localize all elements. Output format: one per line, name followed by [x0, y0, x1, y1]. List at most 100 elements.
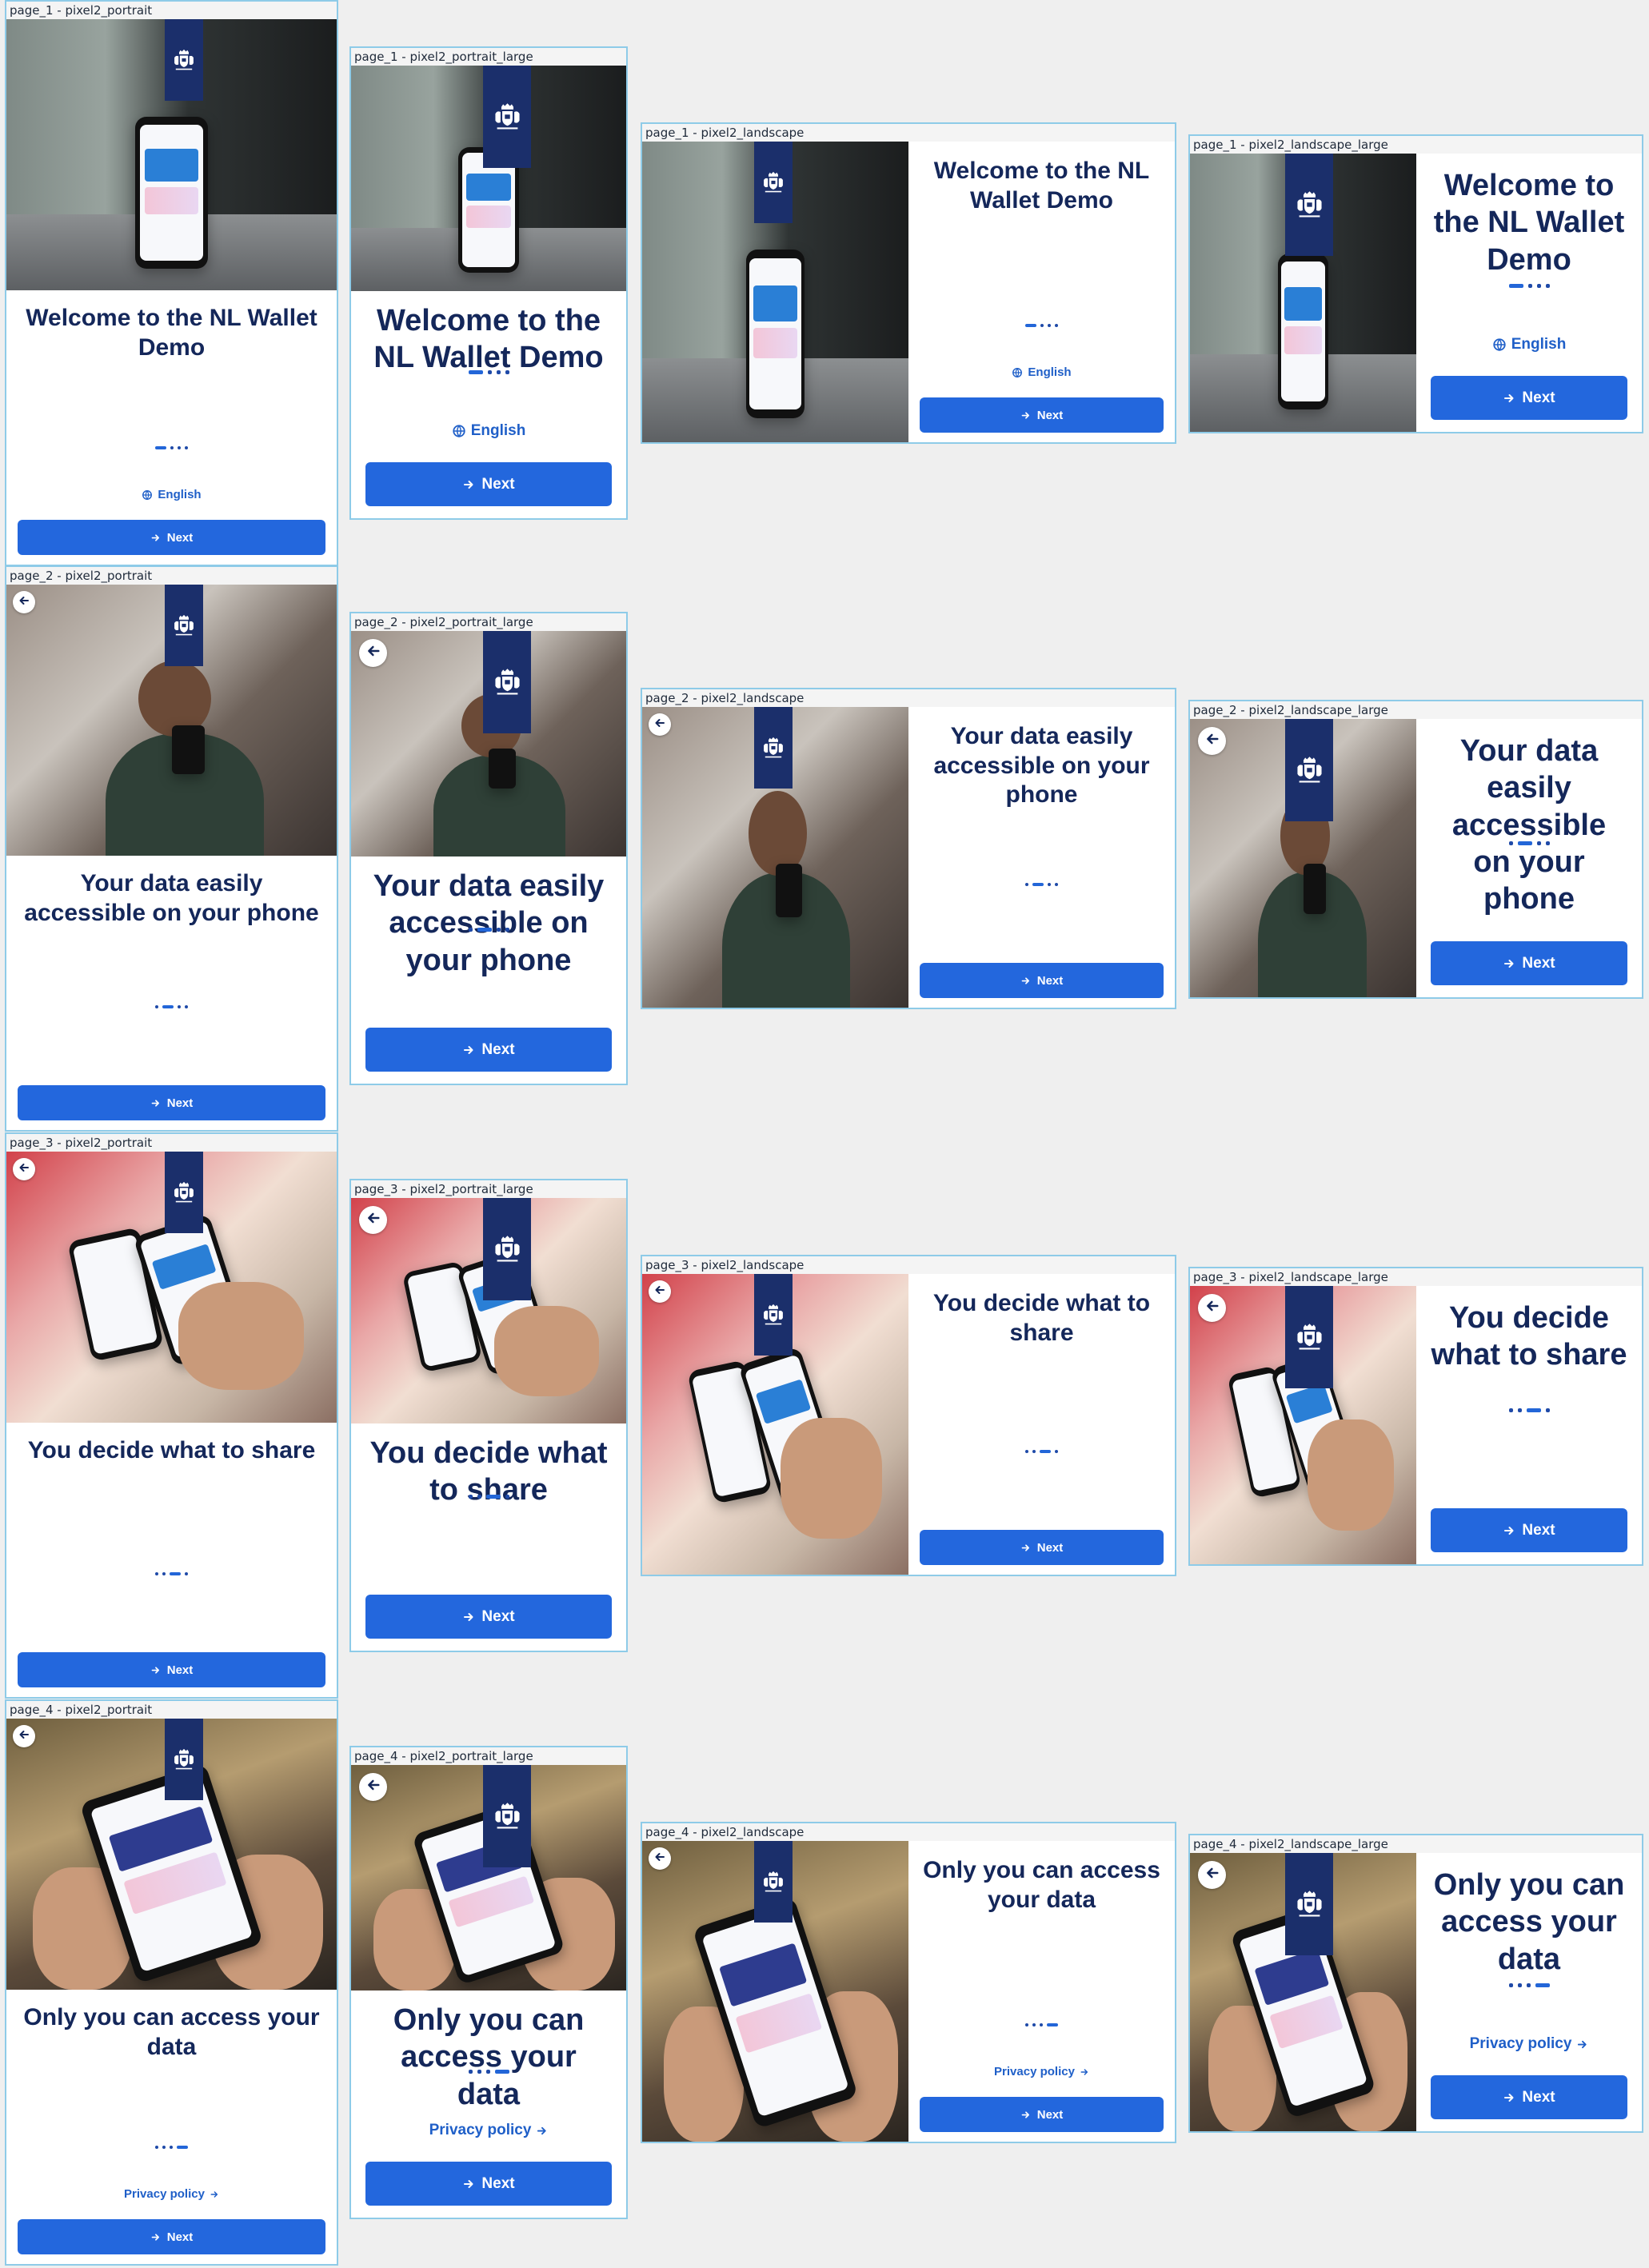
arrow-right-icon	[1576, 2038, 1588, 2050]
hand	[178, 1281, 304, 1391]
privacy-policy-link[interactable]: Privacy policy	[351, 2122, 626, 2139]
globe-icon	[452, 424, 466, 438]
next-button[interactable]: Next	[920, 963, 1164, 998]
hero-image	[642, 142, 908, 442]
next-button-label: Next	[1522, 1521, 1555, 1539]
government-logo-banner	[1285, 719, 1333, 821]
next-button[interactable]: Next	[365, 462, 612, 506]
hand	[781, 1418, 882, 1539]
page-indicator	[351, 2070, 626, 2074]
government-logo-banner	[483, 66, 531, 168]
next-button[interactable]: Next	[920, 397, 1164, 433]
content-panel: Welcome to the NL Wallet Demo Next English	[908, 142, 1175, 442]
page-indicator-dot	[1025, 2023, 1028, 2026]
device-frame-portrait-large: page_4 - pixel2_portrait_large Only you …	[349, 1746, 628, 2219]
phone-mockup	[745, 250, 805, 418]
next-button[interactable]: Next	[1431, 1508, 1627, 1552]
next-button[interactable]: Next	[365, 1028, 612, 1072]
back-button[interactable]	[649, 713, 671, 736]
page-indicator-dot	[185, 446, 188, 449]
privacy-policy-link[interactable]: Privacy policy	[908, 2065, 1175, 2078]
page-indicator-dot	[1545, 1408, 1550, 1412]
back-button[interactable]	[649, 1280, 671, 1303]
frame-label: page_1 - pixel2_landscape	[642, 124, 1175, 142]
back-button[interactable]	[1198, 1294, 1226, 1322]
next-button[interactable]: Next	[1431, 2075, 1627, 2119]
arrow-right-icon	[1020, 2110, 1031, 2120]
back-button[interactable]	[13, 1158, 35, 1180]
language-selector[interactable]: English	[908, 365, 1175, 379]
arrow-right-icon	[150, 1665, 161, 1675]
crest-icon	[760, 1303, 787, 1328]
hero-image	[6, 1152, 337, 1423]
arrow-right-icon	[1020, 976, 1031, 986]
back-button[interactable]	[359, 1206, 387, 1234]
back-button[interactable]	[649, 1847, 671, 1870]
device-frame-landscape-large: page_4 - pixel2_landscape_large Only you…	[1188, 1834, 1643, 2133]
next-button[interactable]: Next	[18, 520, 325, 555]
page-indicator-dot	[468, 2070, 473, 2074]
language-selector[interactable]: English	[351, 422, 626, 440]
arrow-right-icon	[1503, 1524, 1515, 1537]
privacy-policy-label: Privacy policy	[1469, 2035, 1572, 2052]
hand	[493, 1306, 599, 1397]
government-logo-banner	[165, 1719, 203, 1800]
content-panel: Welcome to the NL Wallet Demo Next English	[351, 291, 626, 518]
government-logo-banner	[1285, 154, 1333, 256]
hero-image	[1190, 154, 1416, 432]
page-indicator-dot	[1055, 883, 1058, 886]
privacy-policy-link[interactable]: Privacy policy	[1416, 2035, 1642, 2053]
page-indicator-dot	[155, 2146, 158, 2149]
page-indicator-dot	[162, 1572, 166, 1575]
back-button[interactable]	[359, 1773, 387, 1801]
onboarding-screen: Welcome to the NL Wallet Demo Next English	[351, 66, 626, 518]
content-panel: You decide what to share Next	[1416, 1286, 1642, 1564]
page-indicator-dot	[496, 370, 501, 374]
back-button[interactable]	[1198, 1861, 1226, 1889]
back-button[interactable]	[1198, 727, 1226, 755]
back-button[interactable]	[13, 1725, 35, 1747]
language-selector[interactable]: English	[6, 488, 337, 501]
page-indicator-dot	[178, 446, 181, 449]
device-frame-portrait-large: page_3 - pixel2_portrait_large You decid…	[349, 1179, 628, 1652]
hero-image	[642, 1274, 908, 1575]
next-button[interactable]: Next	[18, 1652, 325, 1687]
next-button[interactable]: Next	[365, 2162, 612, 2206]
content-panel: You decide what to share Next	[908, 1274, 1175, 1575]
crest-icon	[760, 170, 787, 195]
back-button[interactable]	[13, 591, 35, 613]
page-indicator-dot	[1517, 1408, 1522, 1412]
arrow-right-icon	[210, 2190, 219, 2199]
page-indicator-dot-active	[1047, 2023, 1058, 2026]
next-button-label: Next	[1522, 954, 1555, 972]
page-indicator-dot	[505, 928, 509, 932]
next-button-label: Next	[1036, 973, 1064, 988]
phone-mockup	[1278, 254, 1328, 410]
next-button[interactable]: Next	[920, 1530, 1164, 1565]
back-button[interactable]	[359, 639, 387, 667]
phone-in-hand	[171, 725, 205, 775]
page-indicator-dot-active	[1508, 284, 1523, 288]
government-logo-banner	[754, 1841, 793, 1923]
page-indicator-dot	[1536, 841, 1541, 845]
page-indicator	[6, 446, 337, 449]
next-button[interactable]: Next	[1431, 376, 1627, 420]
next-button[interactable]: Next	[365, 1595, 612, 1639]
crest-icon	[490, 1801, 525, 1832]
next-button[interactable]: Next	[1431, 941, 1627, 985]
device-frame-landscape-large: page_3 - pixel2_landscape_large You deci…	[1188, 1267, 1643, 1566]
language-label: English	[470, 422, 526, 439]
privacy-policy-link[interactable]: Privacy policy	[6, 2187, 337, 2201]
content-panel: Welcome to the NL Wallet Demo Next English	[1416, 154, 1642, 432]
content-panel: You decide what to share Next	[351, 1423, 626, 1651]
next-button-label: Next	[481, 2174, 515, 2192]
page-indicator-dot	[1055, 1450, 1058, 1453]
government-logo-banner	[165, 1152, 203, 1233]
next-button[interactable]: Next	[18, 1085, 325, 1120]
language-selector[interactable]: English	[1416, 336, 1642, 353]
next-button[interactable]: Next	[920, 2097, 1164, 2132]
page-title: You decide what to share	[932, 1290, 1151, 1346]
crest-icon	[1292, 755, 1327, 786]
page-indicator-dot-active	[485, 1495, 501, 1499]
next-button[interactable]: Next	[18, 2219, 325, 2254]
